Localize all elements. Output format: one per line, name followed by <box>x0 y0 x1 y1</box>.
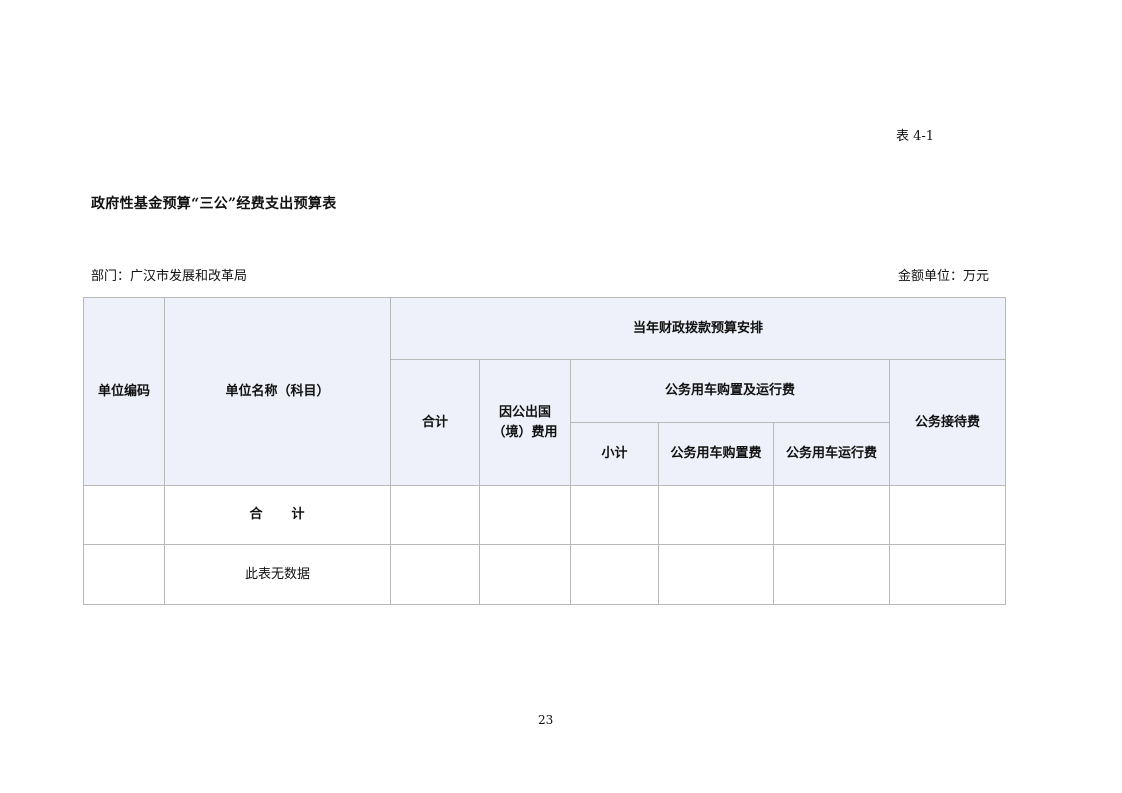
header-reception: 公务接待费 <box>888 359 1007 486</box>
cell-code <box>83 544 165 605</box>
department-label: 部门：广汉市发展和改革局 <box>91 269 248 284</box>
budget-table: 单位编码 单位名称（科目） 当年财政拨款预算安排 合计 因公出国 （境）费用 公… <box>83 297 1007 605</box>
cell-purchase <box>658 485 774 545</box>
cell-reception <box>888 485 1007 545</box>
table-row: 合 计 <box>83 485 1007 545</box>
header-unit-code: 单位编码 <box>83 297 165 486</box>
header-overseas-line-2: （境）费用 <box>492 424 558 440</box>
header-total: 合计 <box>390 359 480 486</box>
header-vehicle-purchase: 公务用车购置费 <box>658 422 774 486</box>
header-unit-name: 单位名称（科目） <box>164 297 391 486</box>
cell-overseas <box>479 544 571 605</box>
header-row-1: 单位编码 单位名称（科目） 当年财政拨款预算安排 <box>83 297 1007 486</box>
header-appropriation: 当年财政拨款预算安排 <box>389 297 1007 360</box>
table-row: 此表无数据 <box>83 544 1007 605</box>
header-subtotal: 小计 <box>570 422 659 486</box>
document-title: 政府性基金预算“三公”经费支出预算表 <box>91 196 337 212</box>
cell-total <box>390 485 480 545</box>
cell-reception <box>888 544 1007 605</box>
cell-operation <box>773 485 890 545</box>
cell-name: 此表无数据 <box>164 544 391 605</box>
header-overseas-expenses: 因公出国 （境）费用 <box>479 359 571 486</box>
cell-overseas <box>479 485 571 545</box>
amount-unit-label: 金额单位：万元 <box>898 269 990 284</box>
header-overseas-line-1: 因公出国 <box>498 404 551 420</box>
table-number-label: 表 4-1 <box>896 129 935 144</box>
cell-code <box>83 485 165 545</box>
page-number: 23 <box>538 713 554 727</box>
cell-subtotal <box>570 485 659 545</box>
cell-total <box>390 544 480 605</box>
cell-purchase <box>658 544 774 605</box>
cell-operation <box>773 544 890 605</box>
header-vehicle-group: 公务用车购置及运行费 <box>570 359 890 423</box>
cell-subtotal <box>570 544 659 605</box>
cell-name: 合 计 <box>164 485 391 545</box>
header-vehicle-operation: 公务用车运行费 <box>773 422 890 486</box>
